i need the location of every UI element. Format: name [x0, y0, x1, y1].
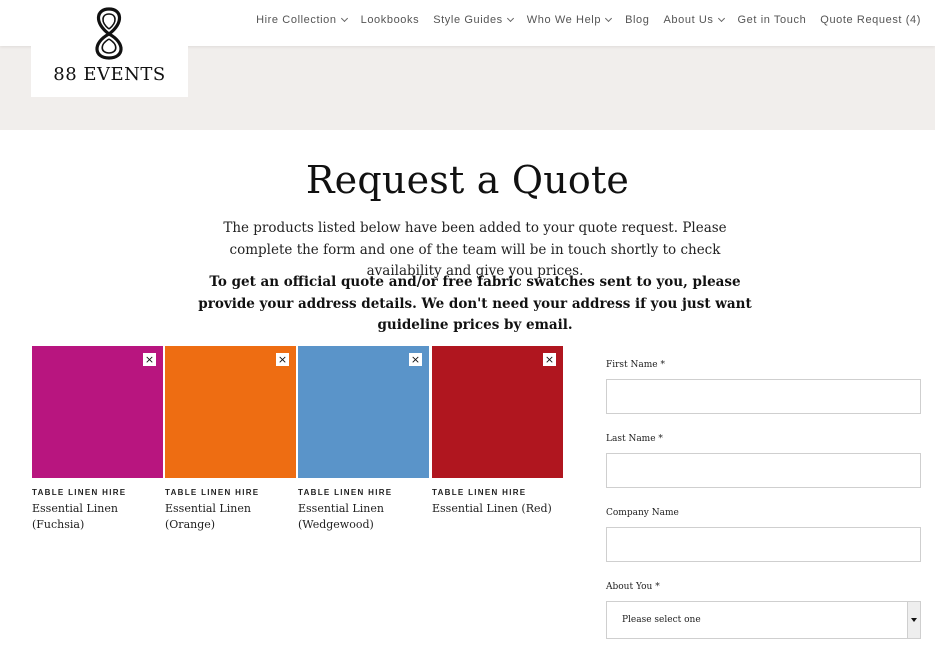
first-name-label: First Name * — [606, 360, 665, 370]
logo-icon — [95, 7, 123, 60]
company-field-group: Company Name — [606, 508, 921, 562]
nav-blog[interactable]: Blog — [625, 14, 649, 26]
product-card[interactable]: × TABLE LINEN HIRE Essential Linen (Oran… — [165, 346, 296, 533]
page-title: Request a Quote — [305, 158, 630, 202]
about-you-select[interactable]: Please select one — [606, 601, 921, 639]
product-card[interactable]: × TABLE LINEN HIRE Essential Linen (Fuch… — [32, 346, 163, 533]
first-name-input[interactable] — [606, 379, 921, 414]
nav-label: Hire Collection — [256, 14, 337, 26]
nav-label: Blog — [625, 14, 650, 26]
company-name-label: Company Name — [606, 508, 679, 518]
nav-get-in-touch[interactable]: Get in Touch — [738, 14, 807, 26]
product-name[interactable]: Essential Linen (Fuchsia) — [32, 501, 163, 533]
chevron-down-icon — [506, 14, 514, 23]
about-you-label: About You * — [606, 582, 660, 592]
chevron-down-icon — [605, 14, 613, 23]
product-swatch[interactable]: × — [432, 346, 563, 478]
nav-hire-collection[interactable]: Hire Collection — [256, 14, 348, 26]
product-category: TABLE LINEN HIRE — [432, 488, 527, 497]
about-you-field-group: About You * Please select one — [606, 582, 921, 639]
product-card[interactable]: × TABLE LINEN HIRE Essential Linen (Red) — [432, 346, 563, 517]
product-name[interactable]: Essential Linen (Red) — [432, 501, 563, 517]
product-swatch[interactable]: × — [298, 346, 429, 478]
product-swatch[interactable]: × — [165, 346, 296, 478]
nav-label: About Us — [663, 14, 714, 26]
about-you-selected-value: Please select one — [622, 615, 701, 625]
close-icon[interactable]: × — [143, 353, 156, 366]
first-name-field-group: First Name * — [606, 360, 921, 414]
close-icon[interactable]: × — [543, 353, 556, 366]
address-notice: To get an official quote and/or free fab… — [198, 274, 752, 333]
product-swatch[interactable]: × — [32, 346, 163, 478]
nav-style-guides[interactable]: Style Guides — [433, 14, 514, 26]
close-icon[interactable]: × — [276, 353, 289, 366]
nav-label: Who We Help — [526, 14, 602, 26]
product-category: TABLE LINEN HIRE — [165, 488, 260, 497]
nav-quote-request[interactable]: Quote Request (4) — [820, 14, 921, 26]
logo[interactable]: 88 EVENTS — [31, 0, 188, 97]
main-nav: Hire Collection Lookbooks Style Guides W… — [242, 14, 921, 26]
last-name-field-group: Last Name * — [606, 434, 921, 488]
nav-about-us[interactable]: About Us — [663, 14, 725, 26]
product-category: TABLE LINEN HIRE — [32, 488, 127, 497]
product-category: TABLE LINEN HIRE — [298, 488, 393, 497]
last-name-input[interactable] — [606, 453, 921, 488]
last-name-label: Last Name * — [606, 434, 663, 444]
chevron-down-icon[interactable] — [907, 602, 920, 638]
nav-label: Quote Request (4) — [820, 14, 921, 26]
chevron-down-icon — [340, 14, 348, 23]
nav-label: Lookbooks — [360, 14, 420, 26]
product-name[interactable]: Essential Linen (Orange) — [165, 501, 296, 533]
logo-text: 88 EVENTS — [53, 64, 166, 85]
close-icon[interactable]: × — [409, 353, 422, 366]
nav-who-we-help[interactable]: Who We Help — [526, 14, 613, 26]
nav-lookbooks[interactable]: Lookbooks — [361, 14, 420, 26]
product-name[interactable]: Essential Linen (Wedgewood) — [298, 501, 429, 533]
quote-products: × TABLE LINEN HIRE Essential Linen (Fuch… — [32, 346, 566, 546]
company-name-input[interactable] — [606, 527, 921, 562]
nav-label: Get in Touch — [737, 14, 807, 26]
nav-label: Style Guides — [433, 14, 503, 26]
chevron-down-icon — [717, 14, 725, 23]
product-card[interactable]: × TABLE LINEN HIRE Essential Linen (Wedg… — [298, 346, 429, 533]
